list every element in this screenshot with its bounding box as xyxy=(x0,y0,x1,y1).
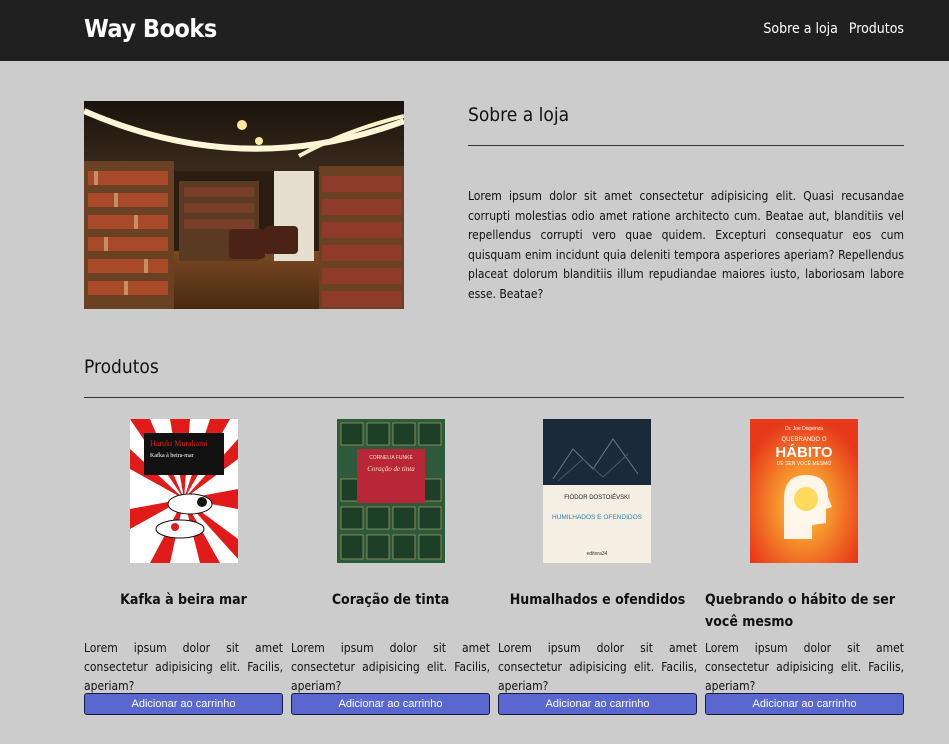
quebrando-cover-title-top: QUEBRANDO O xyxy=(781,437,826,443)
humilhados-cover-art: FIÓDOR DOSTOIÉVSKI HUMILHADOS E OFENDIDO… xyxy=(543,419,651,563)
kafka-cover-art: Haruki Murakami Kafka à beira-mar xyxy=(130,419,238,563)
products-divider xyxy=(84,397,904,398)
coracao-cover-art: CORNELIA FUNKE Coração de tinta xyxy=(337,419,445,563)
navbar: Way Books Sobre a loja Produtos xyxy=(0,0,949,61)
product-title: Quebrando o hábito de ser você mesmo xyxy=(705,592,896,630)
kafka-cover-author: Haruki Murakami xyxy=(150,439,208,448)
book-cover-kafka: Haruki Murakami Kafka à beira-mar xyxy=(130,419,238,563)
bookstore-interior-image xyxy=(84,101,404,309)
brand-logo[interactable]: Way Books xyxy=(84,14,217,43)
kafka-cover-title: Kafka à beira-mar xyxy=(150,452,194,459)
book-cover-humilhados: FIÓDOR DOSTOIÉVSKI HUMILHADOS E OFENDIDO… xyxy=(543,419,651,563)
humilhados-cover-publisher: editora34 xyxy=(587,551,608,557)
about-title: Sobre a loja xyxy=(468,104,570,126)
bookstore-illustration xyxy=(84,101,404,309)
add-to-cart-button[interactable]: Adicionar ao carrinho xyxy=(291,693,490,715)
products-title: Produtos xyxy=(84,356,159,378)
coracao-cover-author: CORNELIA FUNKE xyxy=(369,455,413,461)
book-cover-coracao: CORNELIA FUNKE Coração de tinta xyxy=(337,419,445,563)
nav-links: Sobre a loja Produtos xyxy=(763,21,904,37)
quebrando-cover-title-bottom: DE SER VOCÊ MESMO xyxy=(777,459,832,467)
nav-link-sobre-a-loja[interactable]: Sobre a loja xyxy=(763,21,837,37)
add-to-cart-button[interactable]: Adicionar ao carrinho xyxy=(84,693,283,715)
product-title: Kafka à beira mar xyxy=(120,592,247,608)
nav-link-produtos[interactable]: Produtos xyxy=(849,21,904,37)
quebrando-cover-title-main: HÁBITO xyxy=(775,444,833,461)
product-description: Lorem ipsum dolor sit amet consectetur a… xyxy=(498,641,697,693)
add-to-cart-button[interactable]: Adicionar ao carrinho xyxy=(498,693,697,715)
product-description: Lorem ipsum dolor sit amet consectetur a… xyxy=(291,641,490,693)
about-text: Lorem ipsum dolor sit amet consectetur a… xyxy=(468,189,904,301)
product-title: Coração de tinta xyxy=(331,592,450,608)
product-title: Humalhados e ofendidos xyxy=(509,592,686,608)
humilhados-cover-title: HUMILHADOS E OFENDIDOS xyxy=(552,514,643,521)
add-to-cart-button[interactable]: Adicionar ao carrinho xyxy=(705,693,904,715)
product-description: Lorem ipsum dolor sit amet consectetur a… xyxy=(84,641,283,693)
quebrando-cover-art: Dr. Joe Dispenza QUEBRANDO O HÁBITO DE S… xyxy=(750,419,858,563)
humilhados-cover-author: FIÓDOR DOSTOIÉVSKI xyxy=(564,494,630,501)
about-divider xyxy=(468,145,904,146)
book-cover-quebrando: Dr. Joe Dispenza QUEBRANDO O HÁBITO DE S… xyxy=(750,419,858,563)
quebrando-cover-author: Dr. Joe Dispenza xyxy=(785,426,823,432)
product-description: Lorem ipsum dolor sit amet consectetur a… xyxy=(705,641,904,693)
coracao-cover-title: Coração de tinta xyxy=(367,465,415,473)
